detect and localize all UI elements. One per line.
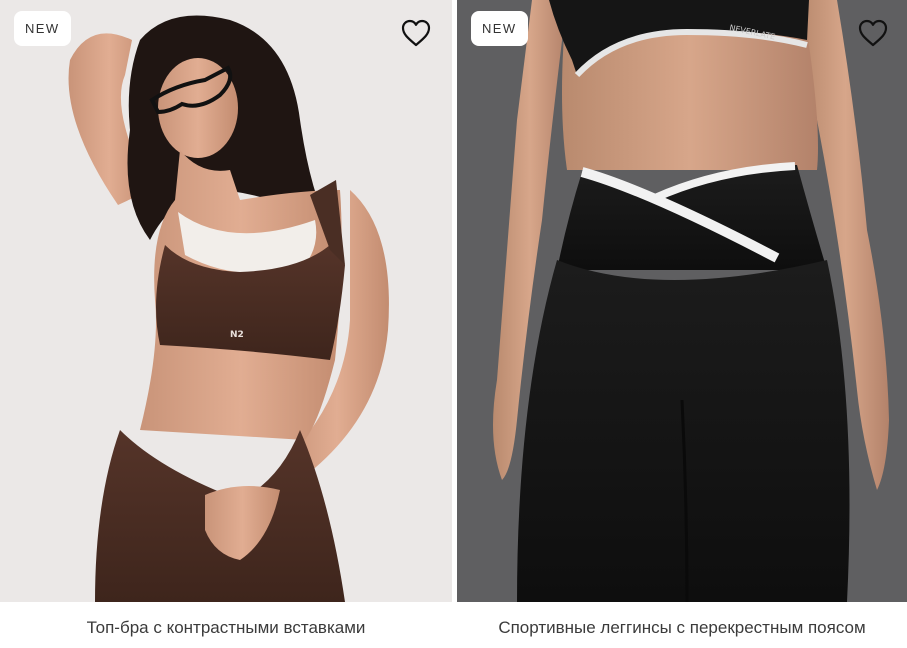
product-photo[interactable]: NEVERLATE NEW [457,0,907,602]
product-title[interactable]: Топ-бра с контрастными вставками [0,618,452,638]
product-grid: N2 NEW Топ-бра с контрастными вставками [0,0,907,648]
product-image-sports-bra: N2 [68,15,389,602]
new-badge: NEW [471,11,528,46]
product-title[interactable]: Спортивные леггинсы с перекрестным поясо… [457,618,907,638]
new-badge: NEW [14,11,71,46]
favorite-heart-icon[interactable] [857,18,889,48]
product-card[interactable]: NEVERLATE NEW Спортивные леггинсы с пере… [457,0,907,648]
product-card[interactable]: N2 NEW Топ-бра с контрастными вставками [0,0,452,648]
product-photo[interactable]: N2 NEW [0,0,452,602]
svg-text:N2: N2 [230,330,244,340]
product-image-leggings: NEVERLATE [493,0,889,602]
favorite-heart-icon[interactable] [400,18,432,48]
